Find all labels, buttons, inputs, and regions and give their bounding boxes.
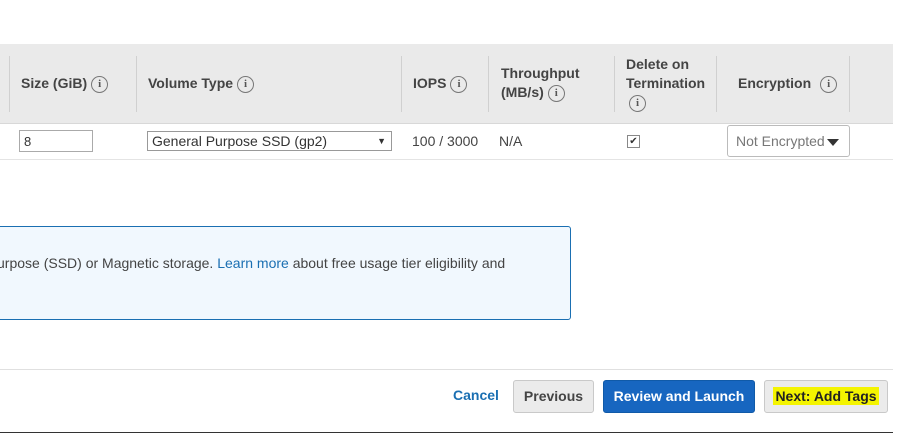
column-separator [136, 56, 137, 112]
cancel-button[interactable]: Cancel [446, 380, 506, 413]
column-separator [9, 56, 10, 112]
notice-text-before: urpose (SSD) or Magnetic storage. [0, 255, 214, 271]
volume-table-header: Size (GiB) i Volume Type i IOPS i Throughpu… [0, 44, 893, 124]
volume-type-value: General Purpose SSD (gp2) [152, 133, 328, 149]
free-tier-notice: urpose (SSD) or Magnetic storage. Learn … [0, 226, 571, 320]
table-row: General Purpose SSD (gp2) ▼ 100 / 3000 N… [0, 124, 893, 160]
next-add-tags-label: Next: Add Tags [773, 387, 879, 405]
notice-text: urpose (SSD) or Magnetic storage. Learn … [0, 255, 505, 271]
info-icon[interactable]: i [820, 75, 838, 93]
learn-more-link[interactable]: Learn more [217, 255, 289, 271]
checkmark-icon: ✔ [629, 136, 638, 147]
info-icon[interactable]: i [91, 75, 109, 93]
info-icon[interactable]: i [237, 75, 255, 93]
size-input[interactable] [19, 130, 93, 152]
header-encryption: Encryption i [738, 74, 838, 93]
previous-button[interactable]: Previous [513, 380, 594, 413]
info-icon[interactable]: i [450, 75, 468, 93]
review-and-launch-button[interactable]: Review and Launch [603, 380, 755, 413]
encryption-value: Not Encrypted [736, 133, 825, 149]
delete-on-termination-checkbox[interactable]: ✔ [627, 135, 640, 148]
caret-down-icon [827, 139, 839, 146]
header-iops: IOPS i [413, 74, 468, 93]
divider [0, 432, 893, 433]
throughput-value: N/A [499, 133, 523, 149]
header-delete-line2: Termination [626, 75, 706, 91]
column-separator [488, 56, 489, 112]
header-delete-line1: Delete on [626, 56, 690, 72]
header-size: Size (GiB) i [21, 74, 109, 93]
info-icon[interactable]: i [629, 94, 646, 112]
header-volume-type: Volume Type i [148, 74, 255, 93]
column-separator [849, 56, 850, 112]
header-throughput-line1: Throughput [501, 65, 580, 81]
triangle-down-icon: ▼ [377, 136, 386, 146]
header-iops-label: IOPS [413, 75, 447, 91]
encryption-select[interactable]: Not Encrypted [727, 125, 850, 157]
next-add-tags-button[interactable]: Next: Add Tags [764, 380, 888, 413]
info-icon[interactable]: i [547, 84, 565, 102]
column-separator [614, 56, 615, 112]
volume-type-select[interactable]: General Purpose SSD (gp2) ▼ [147, 131, 392, 151]
header-encryption-label: Encryption [738, 75, 812, 91]
column-separator [401, 56, 402, 112]
header-delete-on-termination: Delete on Termination i [626, 55, 705, 112]
header-size-label: Size (GiB) [21, 75, 88, 91]
header-throughput: Throughput (MB/s) i [501, 64, 580, 102]
divider [0, 369, 893, 370]
column-separator [716, 56, 717, 112]
notice-text-after: about free usage tier eligibility and [292, 255, 506, 271]
iops-value: 100 / 3000 [412, 133, 479, 149]
header-throughput-line2: (MB/s) [501, 84, 544, 100]
header-volume-type-label: Volume Type [148, 75, 234, 91]
